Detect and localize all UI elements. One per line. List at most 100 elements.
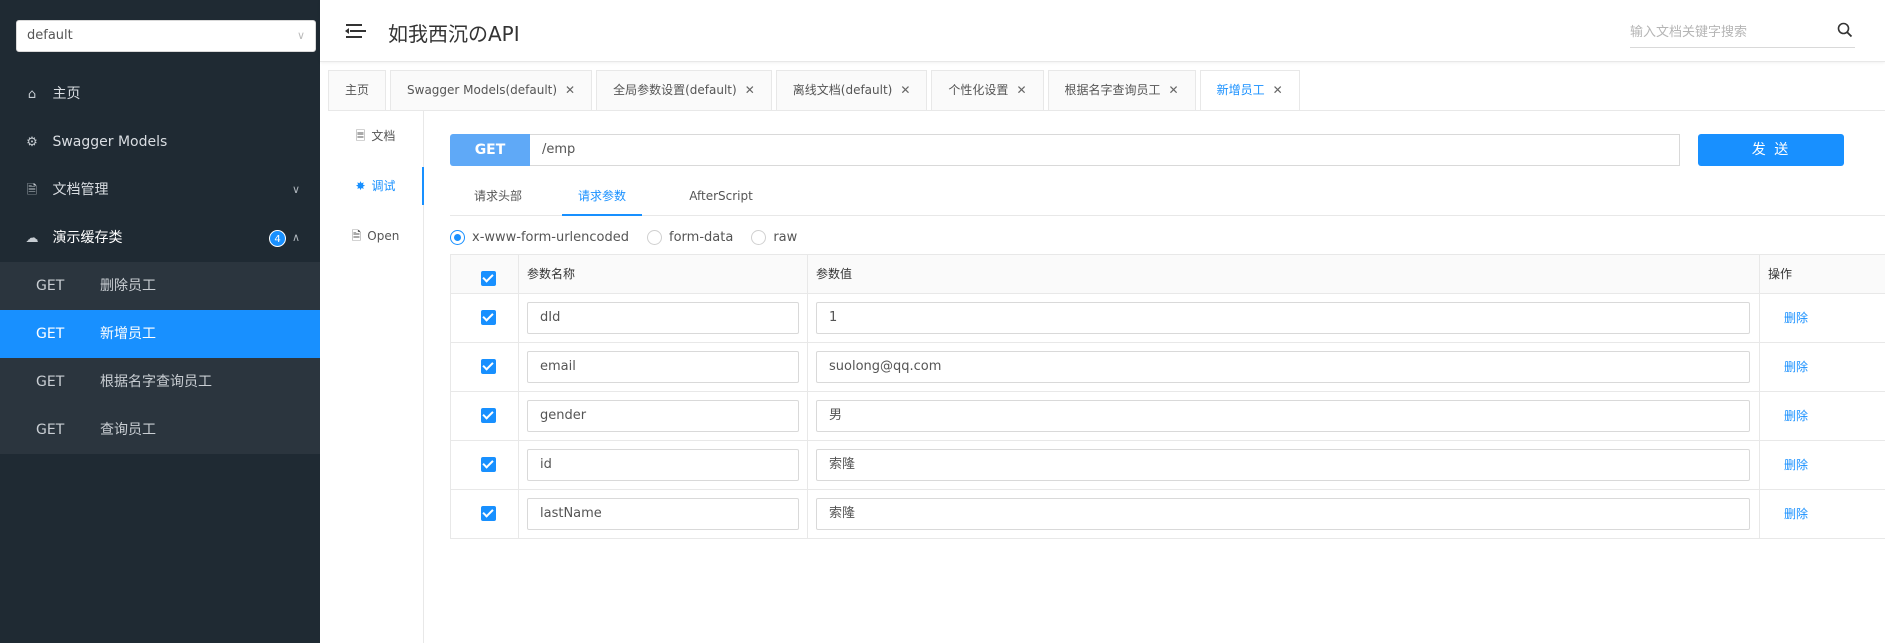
file-icon: 🗎 bbox=[351, 229, 362, 243]
http-method-label: GET bbox=[36, 374, 65, 390]
body-type-radios: x-www-form-urlencoded form-data raw bbox=[450, 226, 815, 248]
menu-toggle-icon[interactable] bbox=[344, 22, 366, 40]
tab-request-params[interactable]: 请求参数 bbox=[562, 180, 642, 216]
delete-link[interactable]: 删除 bbox=[1784, 343, 1808, 391]
column-header-action: 操作 bbox=[1768, 267, 1793, 281]
count-badge: 4 bbox=[269, 230, 286, 247]
close-icon[interactable]: ✕ bbox=[1016, 83, 1026, 97]
sidebar-item-cache-group[interactable]: ☁ 演示缓存类 4 ∧ bbox=[0, 214, 320, 262]
tab-global-params[interactable]: 全局参数设置(default) ✕ bbox=[596, 70, 772, 110]
table-row: gender 男 删除 bbox=[451, 392, 1885, 441]
bug-icon: ✸ bbox=[355, 179, 366, 193]
param-name-input[interactable]: gender bbox=[527, 400, 799, 432]
param-name-input[interactable]: dId bbox=[527, 302, 799, 334]
param-value-input[interactable]: 1 bbox=[816, 302, 1750, 334]
sidebar-item-label: 文档管理 bbox=[52, 182, 109, 198]
param-value-input[interactable]: 索隆 bbox=[816, 449, 1750, 481]
param-value-input[interactable]: 男 bbox=[816, 400, 1750, 432]
table-row: id 索隆 删除 bbox=[451, 441, 1885, 490]
radio-unchecked-icon bbox=[751, 229, 767, 245]
sidebar: default ∨ ⌂ 主页 ⚙ Swagger Models 🗎 文档管理 ∨… bbox=[0, 0, 320, 643]
tab-swagger-models[interactable]: Swagger Models(default) ✕ bbox=[390, 70, 593, 110]
url-input[interactable]: /emp bbox=[530, 134, 1680, 166]
row-checkbox[interactable] bbox=[481, 408, 496, 423]
http-method-label: GET bbox=[36, 422, 65, 438]
param-name-input[interactable]: lastName bbox=[527, 498, 799, 530]
doc-tabs: 主页 Swagger Models(default) ✕ 全局参数设置(defau… bbox=[328, 70, 1300, 110]
column-header-value: 参数值 bbox=[808, 255, 1760, 293]
column-header-name: 参数名称 bbox=[519, 255, 808, 293]
tab-after-script[interactable]: AfterScript bbox=[686, 180, 756, 216]
search-icon[interactable] bbox=[1837, 22, 1853, 38]
nav-label: Open bbox=[367, 229, 400, 243]
param-value-input[interactable]: suolong@qq.com bbox=[816, 351, 1750, 383]
document-icon: 🗏 bbox=[355, 129, 366, 143]
params-table: 参数名称 参数值 操作 dId 1 删除 email suolong@qq.co… bbox=[450, 254, 1885, 539]
close-icon[interactable]: ✕ bbox=[1273, 83, 1283, 97]
close-icon[interactable]: ✕ bbox=[1169, 83, 1179, 97]
delete-link[interactable]: 删除 bbox=[1784, 441, 1808, 489]
gear-icon: ⚙ bbox=[26, 135, 38, 150]
tab-label: 个性化设置 bbox=[948, 83, 1009, 97]
tab-label: Swagger Models(default) bbox=[407, 83, 558, 97]
nav-doc[interactable]: 🗏 文档 bbox=[328, 111, 423, 161]
radio-form-data[interactable]: form-data bbox=[647, 229, 733, 245]
sidebar-item-home[interactable]: ⌂ 主页 bbox=[0, 70, 320, 118]
sidebar-item-doc-management[interactable]: 🗎 文档管理 ∨ bbox=[0, 166, 320, 214]
nav-label: 文档 bbox=[371, 129, 396, 143]
radio-label: raw bbox=[773, 229, 798, 245]
tab-offline-docs[interactable]: 离线文档(default) ✕ bbox=[775, 70, 928, 110]
header: 如我西沉のAPI bbox=[320, 0, 1885, 62]
sidebar-item-swagger-models[interactable]: ⚙ Swagger Models bbox=[0, 118, 320, 166]
tab-label: 全局参数设置(default) bbox=[613, 83, 737, 97]
select-all-cell bbox=[451, 255, 519, 293]
api-item-delete-employee[interactable]: GET 删除员工 bbox=[0, 262, 320, 310]
tab-label: 根据名字查询员工 bbox=[1064, 83, 1161, 97]
tab-personal-settings[interactable]: 个性化设置 ✕ bbox=[931, 70, 1044, 110]
radio-unchecked-icon bbox=[647, 229, 663, 245]
home-icon: ⌂ bbox=[27, 87, 37, 102]
sidebar-menu: ⌂ 主页 ⚙ Swagger Models 🗎 文档管理 ∨ ☁ 演示缓存类 4… bbox=[0, 70, 320, 454]
radio-raw[interactable]: raw bbox=[751, 229, 798, 245]
api-item-query-by-name[interactable]: GET 根据名字查询员工 bbox=[0, 358, 320, 406]
row-checkbox[interactable] bbox=[481, 457, 496, 472]
radio-urlencoded[interactable]: x-www-form-urlencoded bbox=[450, 229, 629, 245]
select-all-checkbox[interactable] bbox=[481, 271, 496, 286]
method-badge: GET bbox=[450, 134, 530, 166]
sidebar-item-label: 主页 bbox=[52, 86, 81, 102]
close-icon[interactable]: ✕ bbox=[900, 83, 910, 97]
delete-link[interactable]: 删除 bbox=[1784, 294, 1808, 342]
group-select[interactable]: default ∨ bbox=[16, 20, 316, 52]
request-subtabs: 请求头部 请求参数 AfterScript bbox=[450, 180, 1885, 216]
search-input[interactable] bbox=[1630, 18, 1820, 46]
http-method-label: GET bbox=[36, 326, 65, 342]
row-checkbox[interactable] bbox=[481, 506, 496, 521]
row-checkbox[interactable] bbox=[481, 359, 496, 374]
chevron-down-icon: ∨ bbox=[296, 29, 305, 42]
api-item-query-employee[interactable]: GET 查询员工 bbox=[0, 406, 320, 454]
delete-link[interactable]: 删除 bbox=[1784, 392, 1808, 440]
api-item-add-employee[interactable]: GET 新增员工 bbox=[0, 310, 320, 358]
param-name-input[interactable]: email bbox=[527, 351, 799, 383]
nav-debug[interactable]: ✸ 调试 bbox=[328, 161, 424, 211]
chevron-up-icon: ∧ bbox=[291, 231, 300, 244]
tab-query-by-name[interactable]: 根据名字查询员工 ✕ bbox=[1047, 70, 1196, 110]
tab-home[interactable]: 主页 bbox=[328, 70, 387, 110]
close-icon[interactable]: ✕ bbox=[745, 83, 755, 97]
api-name: 删除员工 bbox=[100, 278, 156, 294]
tab-add-employee[interactable]: 新增员工 ✕ bbox=[1199, 70, 1300, 110]
delete-link[interactable]: 删除 bbox=[1784, 490, 1808, 538]
param-value-input[interactable]: 索隆 bbox=[816, 498, 1750, 530]
sidebar-item-label: Swagger Models bbox=[52, 134, 168, 150]
param-name-input[interactable]: id bbox=[527, 449, 799, 481]
tab-request-headers[interactable]: 请求头部 bbox=[462, 180, 534, 216]
api-list: GET 删除员工 GET 新增员工 GET 根据名字查询员工 GET 查询员工 bbox=[0, 262, 320, 454]
table-row: lastName 索隆 删除 bbox=[451, 490, 1885, 539]
nav-label: 调试 bbox=[371, 179, 396, 193]
row-checkbox[interactable] bbox=[481, 310, 496, 325]
close-icon[interactable]: ✕ bbox=[565, 83, 575, 97]
api-name: 根据名字查询员工 bbox=[100, 374, 212, 390]
send-button[interactable]: 发 送 bbox=[1698, 134, 1844, 166]
nav-open[interactable]: 🗎 Open bbox=[328, 211, 423, 261]
tab-label: 新增员工 bbox=[1216, 83, 1265, 97]
